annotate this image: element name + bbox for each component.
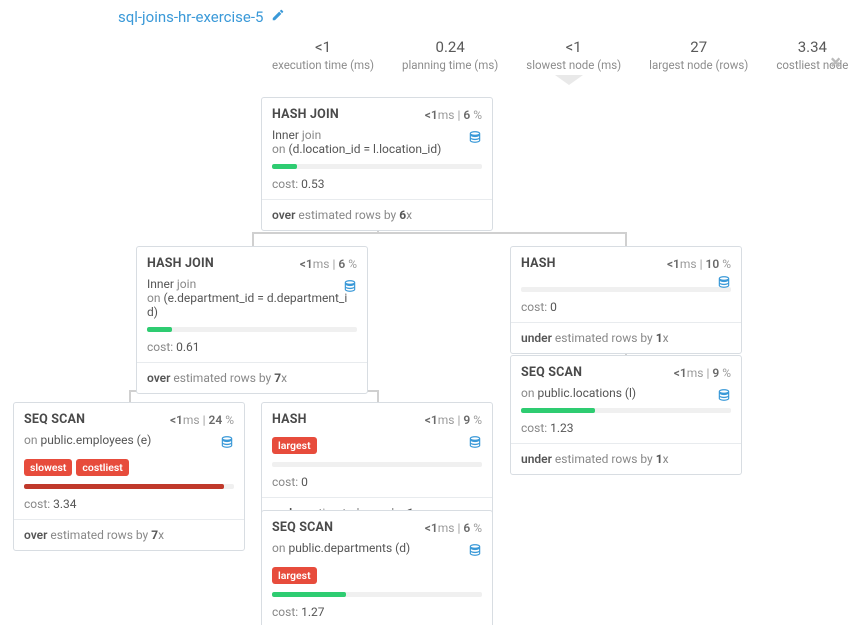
connector <box>625 232 627 246</box>
connector <box>129 390 131 402</box>
tag-largest: largest <box>272 567 317 584</box>
database-icon[interactable] <box>717 275 731 292</box>
node-estimate: over estimated rows by 7x <box>14 520 244 550</box>
node-header: HASH <1ms | 10 % <box>511 247 741 279</box>
node-cost: cost: 1.27 <box>262 599 492 625</box>
node-timing: <1ms | 10 % <box>667 257 731 271</box>
node-timing: <1ms | 9 % <box>674 366 731 380</box>
plan-node-hash[interactable]: HASH <1ms | 10 % cost: 0 under estimated… <box>510 246 742 354</box>
connector <box>377 390 379 402</box>
plan-canvas: HASH JOIN <1ms | 6 % Inner join on (d.lo… <box>0 0 863 625</box>
database-icon[interactable] <box>220 435 234 452</box>
node-timing: <1ms | 6 % <box>300 257 357 271</box>
node-timing: <1ms | 6 % <box>425 521 482 535</box>
node-header: HASH JOIN <1ms | 6 % <box>137 247 367 277</box>
node-header: HASH JOIN <1ms | 6 % <box>262 98 492 128</box>
connector <box>252 232 254 246</box>
plan-node-hash-join[interactable]: HASH JOIN <1ms | 6 % Inner join on (e.de… <box>136 246 368 394</box>
cost-bar <box>14 484 244 491</box>
cost-bar <box>137 327 367 334</box>
connector <box>252 232 627 234</box>
node-header: HASH <1ms | 9 % <box>262 403 492 435</box>
node-join-info: Inner join on (e.department_id = d.depar… <box>137 277 367 327</box>
database-icon[interactable] <box>468 543 482 560</box>
database-icon[interactable] <box>468 435 482 452</box>
node-tags: slowest costliest <box>14 455 244 484</box>
node-cost: cost: 0.61 <box>137 334 367 363</box>
node-join-info: Inner join on (d.location_id = l.locatio… <box>262 128 492 164</box>
node-on: on public.employees (e) <box>14 433 244 455</box>
node-cost: cost: 1.23 <box>511 415 741 444</box>
tag-slowest: slowest <box>24 459 72 476</box>
plan-node-seq-scan-employees[interactable]: SEQ SCAN <1ms | 24 % on public.employees… <box>13 402 245 551</box>
node-cost: cost: 0 <box>511 294 741 323</box>
database-icon[interactable] <box>343 279 357 296</box>
tag-costliest: costliest <box>76 459 128 476</box>
node-tags: largest <box>262 437 492 462</box>
cost-bar <box>511 287 741 294</box>
plan-node-seq-scan-departments[interactable]: SEQ SCAN <1ms | 6 % on public.department… <box>261 510 493 625</box>
cost-bar <box>511 408 741 415</box>
node-estimate: under estimated rows by 1x <box>511 444 741 474</box>
node-cost: cost: 0 <box>262 469 492 498</box>
plan-node-hash-join-root[interactable]: HASH JOIN <1ms | 6 % Inner join on (d.lo… <box>261 97 493 231</box>
database-icon[interactable] <box>717 388 731 405</box>
node-timing: <1ms | 9 % <box>425 413 482 427</box>
node-estimate: over estimated rows by 6x <box>262 200 492 230</box>
cost-bar <box>262 462 492 469</box>
node-timing: <1ms | 6 % <box>425 108 482 122</box>
node-estimate: over estimated rows by 7x <box>137 363 367 393</box>
cost-bar <box>262 592 492 599</box>
node-header: SEQ SCAN <1ms | 24 % <box>14 403 244 433</box>
node-tags: largest <box>262 563 492 592</box>
cost-bar <box>262 164 492 171</box>
plan-node-seq-scan-locations[interactable]: SEQ SCAN <1ms | 9 % on public.locations … <box>510 355 742 475</box>
database-icon[interactable] <box>468 130 482 147</box>
node-timing: <1ms | 24 % <box>170 413 234 427</box>
tag-largest: largest <box>272 437 317 454</box>
node-header: SEQ SCAN <1ms | 9 % <box>511 356 741 386</box>
node-estimate: under estimated rows by 1x <box>511 323 741 353</box>
node-cost: cost: 3.34 <box>14 491 244 520</box>
node-on: on public.departments (d) <box>262 541 492 563</box>
node-header: SEQ SCAN <1ms | 6 % <box>262 511 492 541</box>
node-cost: cost: 0.53 <box>262 171 492 200</box>
node-on: on public.locations (l) <box>511 386 741 408</box>
